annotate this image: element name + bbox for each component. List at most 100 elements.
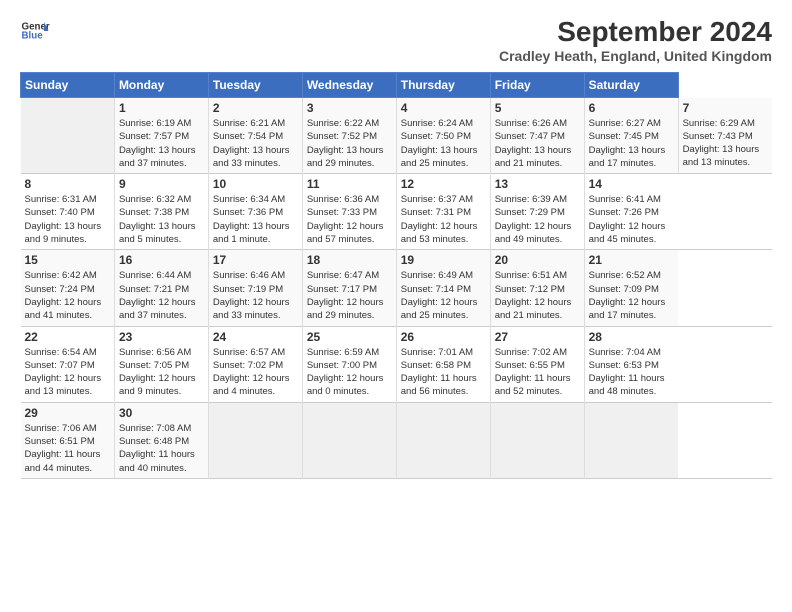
week-row-3: 15Sunrise: 6:42 AM Sunset: 7:24 PM Dayli… [21, 250, 773, 326]
page-header: General Blue September 2024 Cradley Heat… [20, 16, 772, 64]
day-number: 14 [589, 177, 674, 191]
logo-icon: General Blue [20, 16, 50, 46]
day-cell-20: 20 Sunrise: 6:51 AM Sunset: 7:12 PM Dayli… [490, 250, 584, 326]
day-number: 12 [401, 177, 486, 191]
day-number: 7 [683, 101, 768, 115]
day-info: Sunrise: 7:04 AM Sunset: 6:53 PM Dayligh… [589, 346, 674, 399]
day-info: Sunrise: 6:59 AM Sunset: 7:00 PM Dayligh… [307, 346, 392, 399]
day-number: 4 [401, 101, 486, 115]
day-info: Sunrise: 6:21 AM Sunset: 7:54 PM Dayligh… [213, 117, 298, 170]
day-info: Sunrise: 7:06 AM Sunset: 6:51 PM Dayligh… [25, 422, 110, 475]
day-cell-8: 8 Sunrise: 6:31 AM Sunset: 7:40 PM Daylig… [21, 174, 115, 250]
header-wednesday: Wednesday [302, 73, 396, 98]
calendar-table: SundayMondayTuesdayWednesdayThursdayFrid… [20, 72, 772, 479]
day-info: Sunrise: 6:26 AM Sunset: 7:47 PM Dayligh… [495, 117, 580, 170]
day-number: 24 [213, 330, 298, 344]
day-number: 23 [119, 330, 204, 344]
day-number: 5 [495, 101, 580, 115]
day-number: 8 [25, 177, 110, 191]
day-number: 17 [213, 253, 298, 267]
day-cell-13: 13Sunrise: 6:39 AM Sunset: 7:29 PM Dayli… [490, 174, 584, 250]
day-cell-16: 16Sunrise: 6:44 AM Sunset: 7:21 PM Dayli… [114, 250, 208, 326]
day-info: Sunrise: 7:02 AM Sunset: 6:55 PM Dayligh… [495, 346, 580, 399]
empty-cell [21, 98, 115, 174]
day-info: Sunrise: 6:24 AM Sunset: 7:50 PM Dayligh… [401, 117, 486, 170]
day-number: 11 [307, 177, 392, 191]
day-info: Sunrise: 6:51 AM Sunset: 7:12 PM Dayligh… [495, 269, 580, 322]
day-info: Sunrise: 7:01 AM Sunset: 6:58 PM Dayligh… [401, 346, 486, 399]
main-title: September 2024 [499, 16, 772, 48]
empty-cell [490, 402, 584, 478]
day-cell-30: 30Sunrise: 7:08 AM Sunset: 6:48 PM Dayli… [114, 402, 208, 478]
day-info: Sunrise: 6:34 AM Sunset: 7:36 PM Dayligh… [213, 193, 298, 246]
day-info: Sunrise: 6:22 AM Sunset: 7:52 PM Dayligh… [307, 117, 392, 170]
day-number: 26 [401, 330, 486, 344]
day-number: 19 [401, 253, 486, 267]
day-cell-10: 10 Sunrise: 6:34 AM Sunset: 7:36 PM Dayli… [208, 174, 302, 250]
week-row-2: 8 Sunrise: 6:31 AM Sunset: 7:40 PM Daylig… [21, 174, 773, 250]
day-info: Sunrise: 6:49 AM Sunset: 7:14 PM Dayligh… [401, 269, 486, 322]
subtitle: Cradley Heath, England, United Kingdom [499, 48, 772, 64]
day-cell-14: 14 Sunrise: 6:41 AM Sunset: 7:26 PM Dayli… [584, 174, 678, 250]
day-cell-7: 7 Sunrise: 6:29 AM Sunset: 7:43 PM Daylig… [678, 98, 772, 174]
day-cell-4: 4 Sunrise: 6:24 AM Sunset: 7:50 PM Daylig… [396, 98, 490, 174]
day-info: Sunrise: 6:31 AM Sunset: 7:40 PM Dayligh… [25, 193, 110, 246]
day-number: 15 [25, 253, 110, 267]
header-tuesday: Tuesday [208, 73, 302, 98]
week-row-1: 1Sunrise: 6:19 AM Sunset: 7:57 PM Daylig… [21, 98, 773, 174]
day-info: Sunrise: 6:57 AM Sunset: 7:02 PM Dayligh… [213, 346, 298, 399]
day-info: Sunrise: 6:29 AM Sunset: 7:43 PM Dayligh… [683, 117, 768, 170]
empty-cell [208, 402, 302, 478]
day-cell-9: 9 Sunrise: 6:32 AM Sunset: 7:38 PM Daylig… [114, 174, 208, 250]
day-number: 22 [25, 330, 110, 344]
week-row-5: 29Sunrise: 7:06 AM Sunset: 6:51 PM Dayli… [21, 402, 773, 478]
header-friday: Friday [490, 73, 584, 98]
header-sunday: Sunday [21, 73, 115, 98]
day-info: Sunrise: 6:27 AM Sunset: 7:45 PM Dayligh… [589, 117, 674, 170]
day-info: Sunrise: 6:52 AM Sunset: 7:09 PM Dayligh… [589, 269, 674, 322]
header-saturday: Saturday [584, 73, 678, 98]
day-cell-6: 6 Sunrise: 6:27 AM Sunset: 7:45 PM Daylig… [584, 98, 678, 174]
empty-cell [584, 402, 678, 478]
day-info: Sunrise: 6:41 AM Sunset: 7:26 PM Dayligh… [589, 193, 674, 246]
day-cell-17: 17 Sunrise: 6:46 AM Sunset: 7:19 PM Dayli… [208, 250, 302, 326]
day-cell-11: 11Sunrise: 6:36 AM Sunset: 7:33 PM Dayli… [302, 174, 396, 250]
day-number: 9 [119, 177, 204, 191]
day-cell-29: 29Sunrise: 7:06 AM Sunset: 6:51 PM Dayli… [21, 402, 115, 478]
day-cell-22: 22 Sunrise: 6:54 AM Sunset: 7:07 PM Dayli… [21, 326, 115, 402]
day-number: 2 [213, 101, 298, 115]
day-cell-21: 21 Sunrise: 6:52 AM Sunset: 7:09 PM Dayli… [584, 250, 678, 326]
day-number: 30 [119, 406, 204, 420]
week-row-4: 22 Sunrise: 6:54 AM Sunset: 7:07 PM Dayli… [21, 326, 773, 402]
day-number: 16 [119, 253, 204, 267]
day-number: 20 [495, 253, 580, 267]
header-monday: Monday [114, 73, 208, 98]
day-number: 3 [307, 101, 392, 115]
day-cell-23: 23 Sunrise: 6:56 AM Sunset: 7:05 PM Dayli… [114, 326, 208, 402]
day-cell-3: 3 Sunrise: 6:22 AM Sunset: 7:52 PM Daylig… [302, 98, 396, 174]
day-cell-15: 15Sunrise: 6:42 AM Sunset: 7:24 PM Dayli… [21, 250, 115, 326]
day-info: Sunrise: 6:32 AM Sunset: 7:38 PM Dayligh… [119, 193, 204, 246]
calendar-header-row: SundayMondayTuesdayWednesdayThursdayFrid… [21, 73, 773, 98]
day-number: 27 [495, 330, 580, 344]
day-number: 6 [589, 101, 674, 115]
empty-cell [302, 402, 396, 478]
day-info: Sunrise: 6:39 AM Sunset: 7:29 PM Dayligh… [495, 193, 580, 246]
day-cell-28: 28 Sunrise: 7:04 AM Sunset: 6:53 PM Dayli… [584, 326, 678, 402]
day-info: Sunrise: 6:54 AM Sunset: 7:07 PM Dayligh… [25, 346, 110, 399]
day-info: Sunrise: 6:46 AM Sunset: 7:19 PM Dayligh… [213, 269, 298, 322]
day-number: 21 [589, 253, 674, 267]
svg-text:Blue: Blue [22, 31, 44, 42]
day-cell-25: 25Sunrise: 6:59 AM Sunset: 7:00 PM Dayli… [302, 326, 396, 402]
day-cell-27: 27 Sunrise: 7:02 AM Sunset: 6:55 PM Dayli… [490, 326, 584, 402]
day-info: Sunrise: 6:56 AM Sunset: 7:05 PM Dayligh… [119, 346, 204, 399]
day-info: Sunrise: 6:37 AM Sunset: 7:31 PM Dayligh… [401, 193, 486, 246]
day-cell-2: 2 Sunrise: 6:21 AM Sunset: 7:54 PM Daylig… [208, 98, 302, 174]
title-block: September 2024 Cradley Heath, England, U… [499, 16, 772, 64]
day-cell-26: 26 Sunrise: 7:01 AM Sunset: 6:58 PM Dayli… [396, 326, 490, 402]
day-cell-1: 1Sunrise: 6:19 AM Sunset: 7:57 PM Daylig… [114, 98, 208, 174]
day-cell-18: 18Sunrise: 6:47 AM Sunset: 7:17 PM Dayli… [302, 250, 396, 326]
day-cell-12: 12 Sunrise: 6:37 AM Sunset: 7:31 PM Dayli… [396, 174, 490, 250]
day-number: 10 [213, 177, 298, 191]
day-number: 28 [589, 330, 674, 344]
